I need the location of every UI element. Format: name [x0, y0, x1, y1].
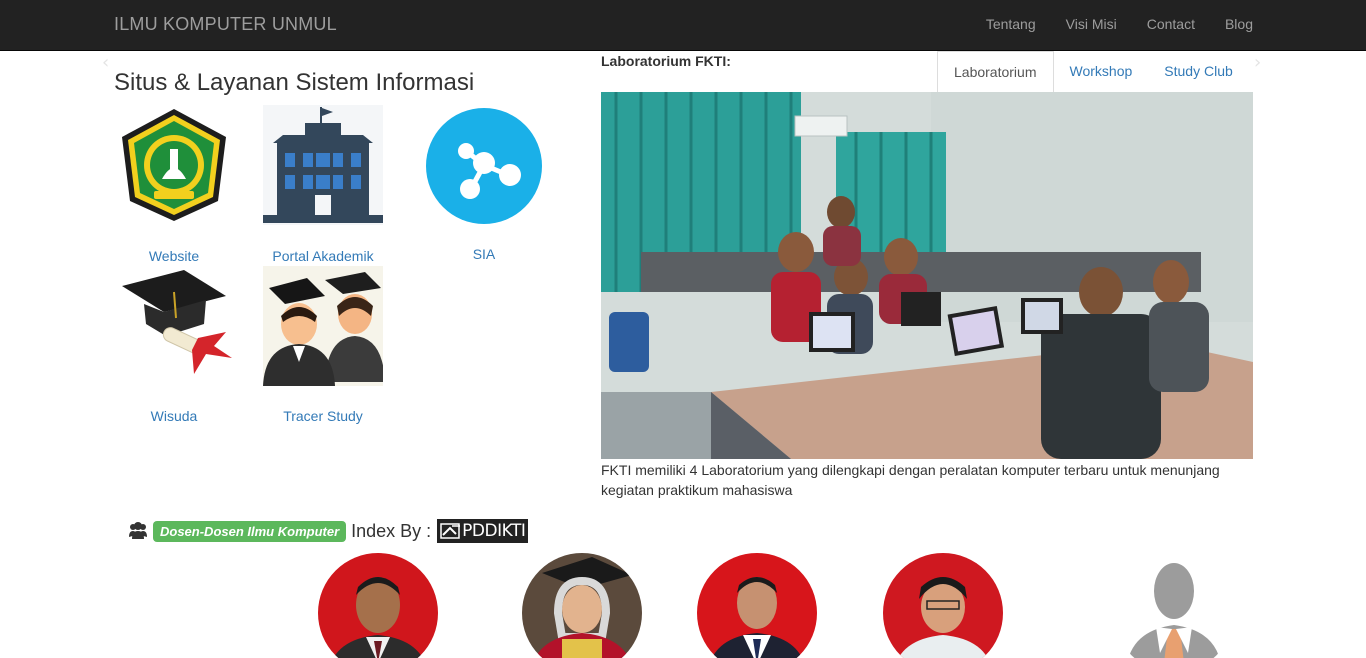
lecturer-avatar[interactable] — [697, 553, 817, 658]
pddikti-logo[interactable]: PDDIKTI — [437, 519, 529, 543]
lab-caption: FKTI memiliki 4 Laboratorium yang dileng… — [601, 462, 1220, 498]
lecturer-avatar[interactable] — [883, 553, 1003, 658]
nav-link-tentang[interactable]: Tentang — [986, 16, 1036, 32]
service-label-sia[interactable]: SIA — [414, 246, 554, 262]
service-tile-wisuda[interactable]: Wisuda — [104, 266, 244, 424]
university-logo-icon[interactable] — [114, 105, 234, 225]
dosen-badge: Dosen-Dosen Ilmu Komputer — [153, 520, 347, 542]
service-tile-tracer-study[interactable]: Tracer Study — [253, 266, 393, 424]
index-by-label: Index By : — [351, 520, 432, 541]
lab-tabs: Laboratorium Workshop Study Club — [937, 51, 1253, 92]
nav-links: Tentang Visi Misi Contact Blog — [956, 16, 1253, 32]
service-tile-sia[interactable]: SIA — [414, 105, 554, 262]
dosen-header: Dosen-Dosen Ilmu Komputer Index By : PDD… — [127, 518, 529, 544]
lab-title: Laboratorium FKTI: — [601, 53, 731, 69]
carousel-next-icon[interactable]: › — [1254, 52, 1261, 73]
lecturer-avatar[interactable] — [522, 553, 642, 658]
service-label-tracer-study[interactable]: Tracer Study — [253, 408, 393, 424]
graduates-icon[interactable] — [263, 266, 385, 386]
service-label-wisuda[interactable]: Wisuda — [104, 408, 244, 424]
navbar: ILMU KOMPUTER UNMUL Tentang Visi Misi Co… — [0, 0, 1366, 51]
service-tile-portal-akademik[interactable]: Portal Akademik — [253, 105, 393, 264]
graduation-cap-icon[interactable] — [114, 266, 234, 386]
tab-study-club[interactable]: Study Club — [1148, 51, 1248, 92]
lab-photo — [601, 92, 1253, 459]
tab-laboratorium[interactable]: Laboratorium — [937, 51, 1054, 92]
service-tile-website[interactable]: Website — [104, 105, 244, 264]
service-label-website[interactable]: Website — [104, 248, 244, 264]
nav-link-visi-misi[interactable]: Visi Misi — [1066, 16, 1117, 32]
share-network-icon[interactable] — [424, 105, 544, 225]
pddikti-logo-text: PDDIKTI — [462, 521, 526, 541]
building-icon[interactable] — [263, 105, 383, 225]
lecturer-avatar[interactable] — [318, 553, 438, 658]
pddikti-logo-icon — [440, 523, 461, 539]
nav-link-blog[interactable]: Blog — [1225, 16, 1253, 32]
service-label-portal-akademik[interactable]: Portal Akademik — [253, 248, 393, 264]
carousel-prev-icon[interactable]: ‹ — [102, 52, 109, 73]
services-title: Situs & Layanan Sistem Informasi — [114, 69, 475, 96]
users-icon — [127, 521, 149, 541]
tab-workshop[interactable]: Workshop — [1054, 51, 1149, 92]
default-avatar-icon[interactable] — [1114, 553, 1234, 658]
nav-link-contact[interactable]: Contact — [1147, 16, 1195, 32]
brand-link[interactable]: ILMU KOMPUTER UNMUL — [114, 14, 337, 35]
